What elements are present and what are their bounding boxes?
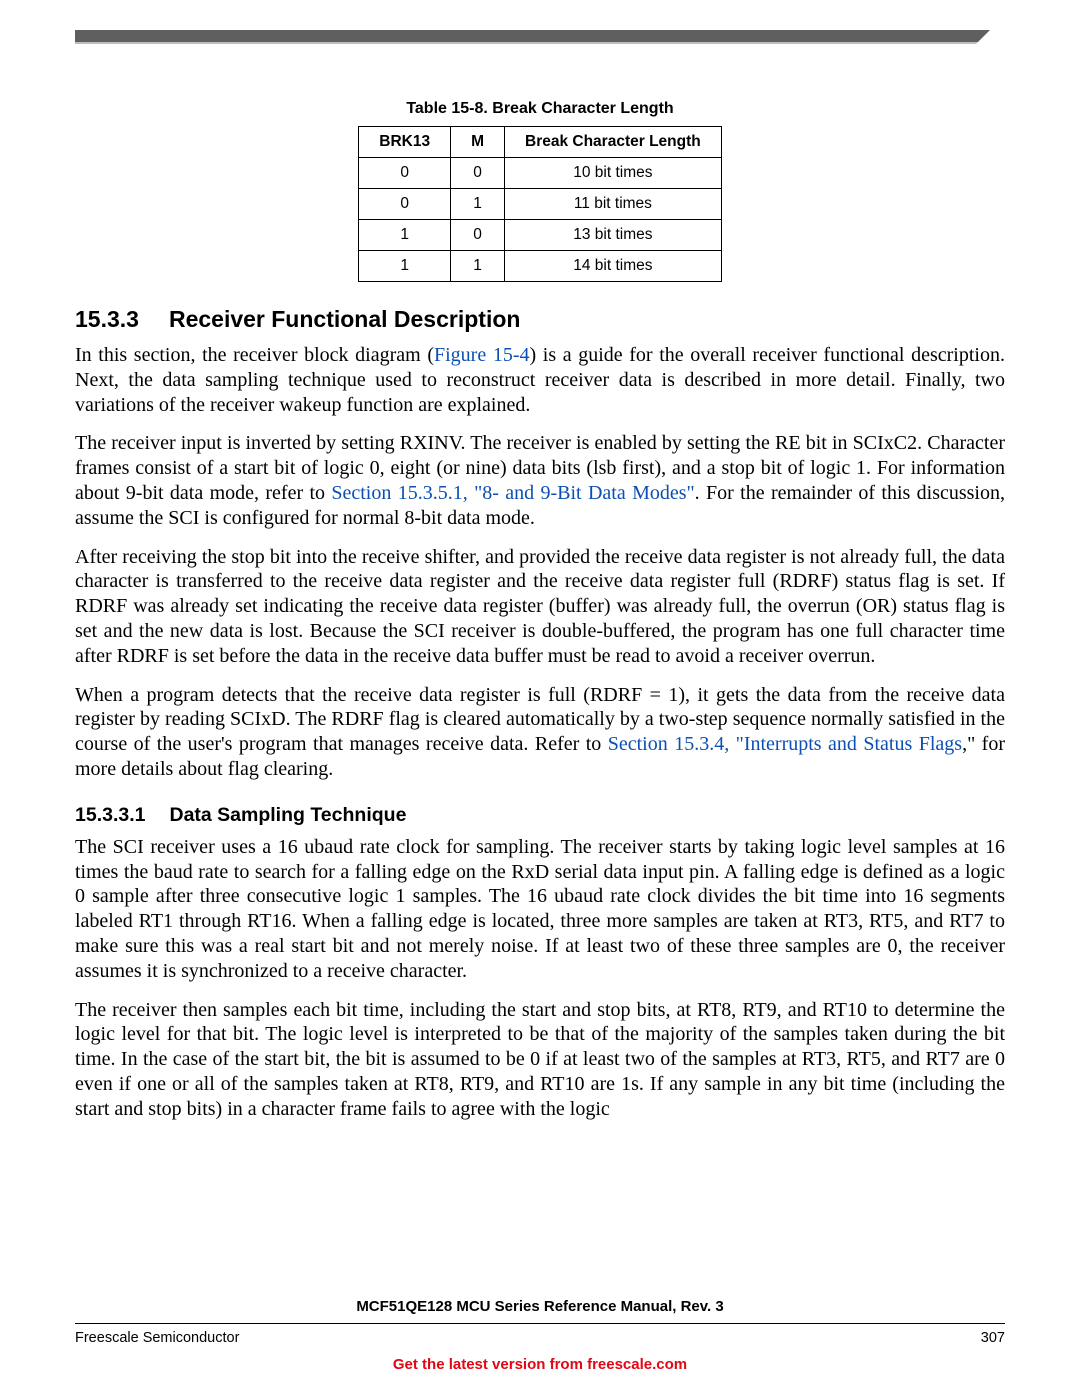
td: 0 [359,189,451,220]
subsection-number: 15.3.3.1 [75,804,145,827]
page-footer: MCF51QE128 MCU Series Reference Manual, … [75,1298,1005,1373]
footer-download-link[interactable]: Get the latest version from freescale.co… [75,1356,1005,1373]
paragraph: The receiver input is inverted by settin… [75,431,1005,530]
td: 10 bit times [505,158,722,189]
table-row: 1 0 13 bit times [359,220,721,251]
page-number: 307 [981,1330,1005,1346]
td: 13 bit times [505,220,722,251]
page: Table 15-8. Break Character Length BRK13… [0,0,1080,1397]
subsection-title: Data Sampling Technique [169,804,406,826]
td: 14 bit times [505,251,722,282]
paragraph: The receiver then samples each bit time,… [75,998,1005,1122]
break-char-length-table: BRK13 M Break Character Length 0 0 10 bi… [358,126,721,282]
footer-left: Freescale Semiconductor [75,1330,239,1346]
td: 1 [451,189,505,220]
subsection-heading: 15.3.3.1 Data Sampling Technique [75,804,1005,827]
paragraph: In this section, the receiver block diag… [75,343,1005,417]
xref-figure-15-4[interactable]: Figure 15-4 [434,344,530,366]
footer-title: MCF51QE128 MCU Series Reference Manual, … [75,1298,1005,1321]
page-header-rule [75,30,1005,60]
section-title: Receiver Functional Description [169,306,520,332]
td: 0 [451,158,505,189]
footer-rule [75,1323,1005,1324]
paragraph: When a program detects that the receive … [75,683,1005,782]
td: 1 [451,251,505,282]
td: 1 [359,220,451,251]
td: 11 bit times [505,189,722,220]
td: 0 [359,158,451,189]
th-m: M [451,127,505,158]
table-row: 0 0 10 bit times [359,158,721,189]
table-header: BRK13 M Break Character Length [359,127,721,158]
xref-section-15-3-5-1[interactable]: Section 15.3.5.1, "8- and 9-Bit Data Mod… [331,482,694,504]
td: 0 [451,220,505,251]
paragraph: The SCI receiver uses a 16 ubaud rate cl… [75,835,1005,984]
table-caption: Table 15-8. Break Character Length [75,100,1005,118]
paragraph: After receiving the stop bit into the re… [75,545,1005,669]
th-brk13: BRK13 [359,127,451,158]
section-heading: 15.3.3 Receiver Functional Description [75,306,1005,333]
th-bcl: Break Character Length [505,127,722,158]
table-row: 0 1 11 bit times [359,189,721,220]
table-row: 1 1 14 bit times [359,251,721,282]
xref-section-15-3-4[interactable]: Section 15.3.4, "Interrupts and Status F… [608,733,962,755]
td: 1 [359,251,451,282]
section-number: 15.3.3 [75,306,139,333]
